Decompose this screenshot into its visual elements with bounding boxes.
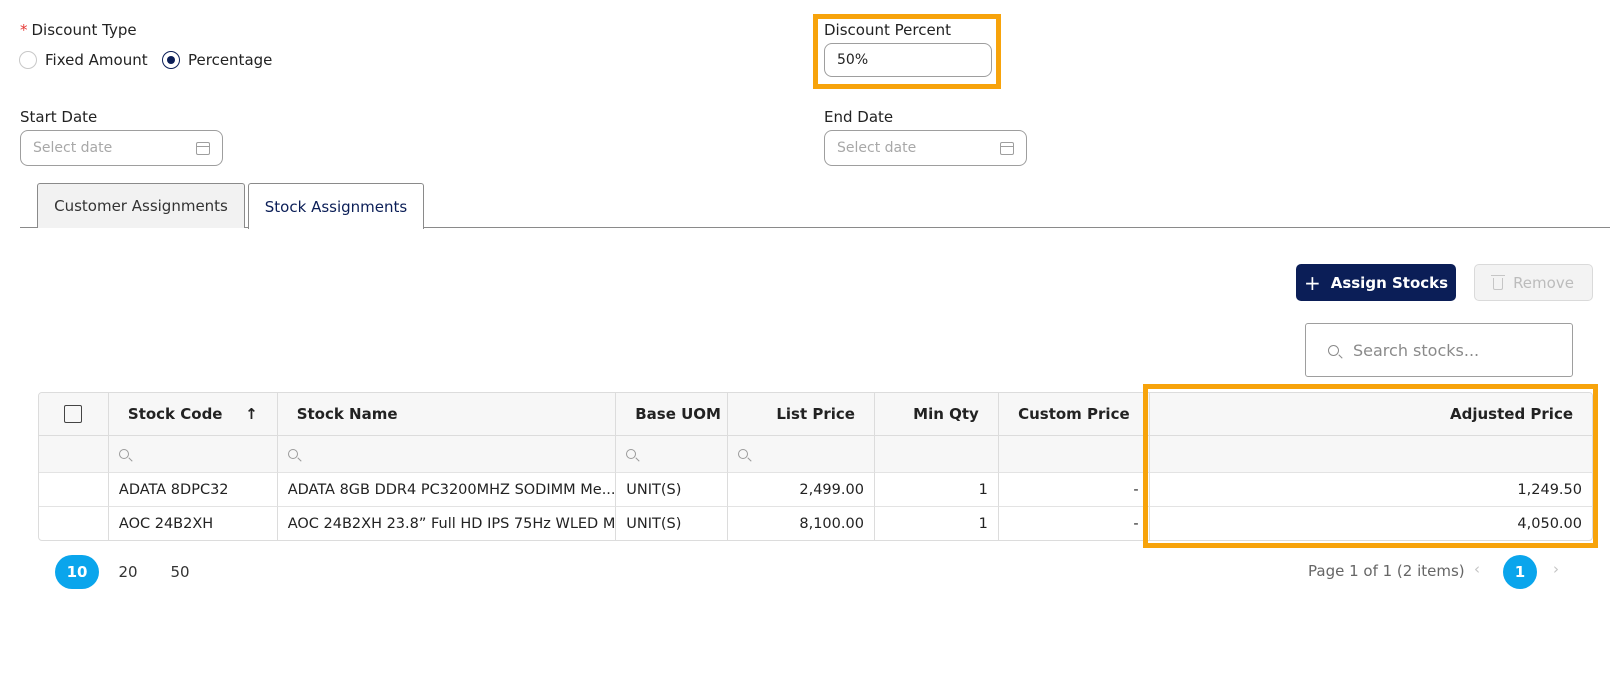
next-page-icon[interactable]: › (1553, 560, 1559, 578)
column-header-min-qty[interactable]: Min Qty (874, 393, 999, 435)
calendar-icon[interactable] (1000, 141, 1014, 155)
radio-fixed-amount[interactable]: Fixed Amount (19, 51, 148, 69)
row-select-cell[interactable] (39, 472, 109, 506)
filter-min-qty (874, 435, 999, 472)
filter-list-price[interactable] (728, 435, 875, 472)
cell-custom-price: - (998, 472, 1150, 506)
cell-stock-name: ADATA 8GB DDR4 PC3200MHZ SODIMM Me... (277, 472, 617, 506)
start-date-placeholder: Select date (33, 140, 113, 156)
cell-min-qty: 1 (874, 472, 999, 506)
tab-stock-assignments[interactable]: Stock Assignments (248, 183, 424, 229)
search-icon (118, 449, 129, 459)
trash-icon (1491, 274, 1506, 290)
search-placeholder: Search stocks... (1353, 340, 1480, 360)
required-mark: * (20, 21, 28, 39)
search-icon (1328, 344, 1339, 356)
page-number-button[interactable]: 1 (1503, 555, 1537, 589)
grid-header-row: Stock Code ↑ Stock Name Base UOM List Pr… (39, 393, 1592, 435)
column-header-custom-price[interactable]: Custom Price (998, 393, 1150, 435)
plus-icon: + (1303, 270, 1321, 295)
stock-grid: Stock Code ↑ Stock Name Base UOM List Pr… (38, 392, 1593, 541)
tab-customer-assignments[interactable]: Customer Assignments (37, 183, 245, 228)
table-row[interactable]: AOC 24B2XH AOC 24B2XH 23.8” Full HD IPS … (39, 506, 1592, 540)
radio-button[interactable] (162, 51, 180, 69)
remove-button[interactable]: Remove (1474, 264, 1593, 301)
filter-custom-price (998, 435, 1150, 472)
page-size-20[interactable]: 20 (106, 555, 150, 589)
end-date-placeholder: Select date (837, 140, 917, 156)
calendar-icon[interactable] (196, 141, 210, 155)
filter-base-uom[interactable] (616, 435, 729, 472)
radio-button[interactable] (19, 51, 37, 69)
cell-base-uom: UNIT(S) (616, 472, 729, 506)
row-select-cell[interactable] (39, 506, 109, 540)
discount-percent-input[interactable]: 50% (824, 43, 992, 77)
column-header-adjusted-price[interactable]: Adjusted Price (1149, 393, 1592, 435)
end-date-picker[interactable]: Select date (824, 130, 1027, 166)
discount-percent-label: Discount Percent (824, 21, 952, 39)
table-row[interactable]: ADATA 8DPC32 ADATA 8GB DDR4 PC3200MHZ SO… (39, 472, 1592, 506)
cell-stock-code: ADATA 8DPC32 (108, 472, 278, 506)
cell-stock-code: AOC 24B2XH (108, 506, 278, 540)
end-date-label: End Date (824, 108, 894, 126)
search-icon (287, 449, 298, 459)
cell-list-price: 2,499.00 (728, 472, 875, 506)
sort-ascending-icon[interactable]: ↑ (245, 405, 258, 423)
column-header-base-uom[interactable]: Base UOM (616, 393, 729, 435)
select-all-checkbox[interactable] (64, 405, 83, 423)
assign-stocks-button[interactable]: + Assign Stocks (1296, 264, 1456, 301)
cell-custom-price: - (998, 506, 1150, 540)
page-size-10[interactable]: 10 (55, 555, 99, 589)
cell-base-uom: UNIT(S) (616, 506, 729, 540)
column-header-list-price[interactable]: List Price (728, 393, 875, 435)
column-header-stock-code[interactable]: Stock Code ↑ (108, 393, 278, 435)
cell-adjusted-price: 4,050.00 (1149, 506, 1592, 540)
discount-type-label: * Discount Type (20, 21, 137, 39)
filter-stock-code[interactable] (108, 435, 278, 472)
cell-min-qty: 1 (874, 506, 999, 540)
search-icon (626, 449, 637, 459)
radio-percentage[interactable]: Percentage (162, 51, 272, 69)
radio-label: Percentage (188, 51, 273, 69)
pager-info: Page 1 of 1 (2 items) (1308, 562, 1465, 580)
search-icon (738, 449, 749, 459)
search-stocks-input[interactable]: Search stocks... (1305, 323, 1573, 377)
cell-stock-name: AOC 24B2XH 23.8” Full HD IPS 75Hz WLED M… (277, 506, 617, 540)
prev-page-icon[interactable]: ‹ (1474, 560, 1480, 578)
cell-list-price: 8,100.00 (728, 506, 875, 540)
radio-label: Fixed Amount (45, 51, 148, 69)
start-date-label: Start Date (20, 108, 98, 126)
column-header-stock-name[interactable]: Stock Name (277, 393, 617, 435)
filter-cell-empty (39, 435, 109, 472)
start-date-picker[interactable]: Select date (20, 130, 223, 166)
grid-filter-row (39, 435, 1592, 472)
filter-stock-name[interactable] (277, 435, 617, 472)
select-all-cell (39, 393, 109, 435)
filter-adjusted-price (1149, 435, 1592, 472)
page-size-50[interactable]: 50 (158, 555, 202, 589)
cell-adjusted-price: 1,249.50 (1149, 472, 1592, 506)
